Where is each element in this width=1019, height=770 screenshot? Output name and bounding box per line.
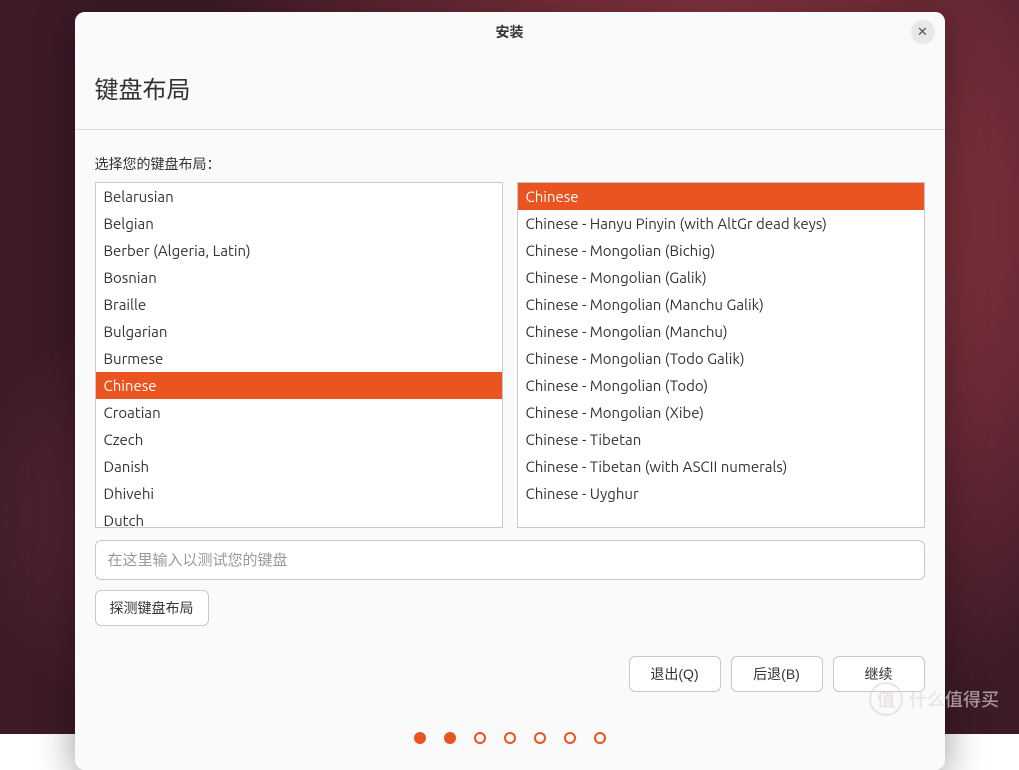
layout-item[interactable]: Bulgarian (96, 318, 502, 345)
variant-item[interactable]: Chinese - Mongolian (Bichig) (518, 237, 924, 264)
variant-item[interactable]: Chinese - Mongolian (Manchu) (518, 318, 924, 345)
layout-item[interactable]: Croatian (96, 399, 502, 426)
window-title: 安装 (496, 22, 524, 42)
divider (75, 129, 945, 130)
layout-item[interactable]: Dutch (96, 507, 502, 528)
footer-buttons: 退出(Q) 后退(B) 继续 (95, 656, 925, 692)
variant-item[interactable]: Chinese - Tibetan (518, 426, 924, 453)
keyboard-prompt: 选择您的键盘布局： (95, 154, 925, 174)
variant-item[interactable]: Chinese (518, 183, 924, 210)
variant-item[interactable]: Chinese - Uyghur (518, 480, 924, 507)
layout-item[interactable]: Chinese (96, 372, 502, 399)
keyboard-lists: BelarusianBelgianBerber (Algeria, Latin)… (95, 182, 925, 528)
quit-button[interactable]: 退出(Q) (629, 656, 721, 692)
close-button[interactable]: ✕ (911, 20, 935, 44)
titlebar: 安装 ✕ (75, 12, 945, 52)
page-title: 键盘布局 (95, 70, 925, 105)
layout-item[interactable]: Braille (96, 291, 502, 318)
variant-item[interactable]: Chinese - Mongolian (Galik) (518, 264, 924, 291)
back-button[interactable]: 后退(B) (731, 656, 823, 692)
variant-item[interactable]: Chinese - Tibetan (with ASCII numerals) (518, 453, 924, 480)
layout-item[interactable]: Czech (96, 426, 502, 453)
layout-item[interactable]: Bosnian (96, 264, 502, 291)
keyboard-test-input[interactable] (95, 540, 925, 580)
layout-item[interactable]: Belarusian (96, 183, 502, 210)
variant-item[interactable]: Chinese - Mongolian (Xibe) (518, 399, 924, 426)
variants-listbox[interactable]: ChineseChinese - Hanyu Pinyin (with AltG… (517, 182, 925, 528)
watermark-text: 什么值得买 (909, 686, 999, 712)
layout-item[interactable]: Dhivehi (96, 480, 502, 507)
content-area: 键盘布局 选择您的键盘布局： BelarusianBelgianBerber (… (75, 52, 945, 770)
watermark-icon: 值 (869, 682, 903, 716)
layout-item[interactable]: Berber (Algeria, Latin) (96, 237, 502, 264)
layout-item[interactable]: Burmese (96, 345, 502, 372)
detect-layout-button[interactable]: 探测键盘布局 (95, 590, 209, 626)
layout-item[interactable]: Danish (96, 453, 502, 480)
layout-item[interactable]: Belgian (96, 210, 502, 237)
variant-item[interactable]: Chinese - Mongolian (Todo Galik) (518, 345, 924, 372)
close-icon: ✕ (917, 24, 928, 40)
variant-item[interactable]: Chinese - Mongolian (Todo) (518, 372, 924, 399)
layouts-listbox[interactable]: BelarusianBelgianBerber (Algeria, Latin)… (95, 182, 503, 528)
variant-item[interactable]: Chinese - Mongolian (Manchu Galik) (518, 291, 924, 318)
variant-item[interactable]: Chinese - Hanyu Pinyin (with AltGr dead … (518, 210, 924, 237)
installer-window: 安装 ✕ 键盘布局 选择您的键盘布局： BelarusianBelgianBer… (75, 12, 945, 770)
watermark: 值 什么值得买 (869, 682, 999, 716)
